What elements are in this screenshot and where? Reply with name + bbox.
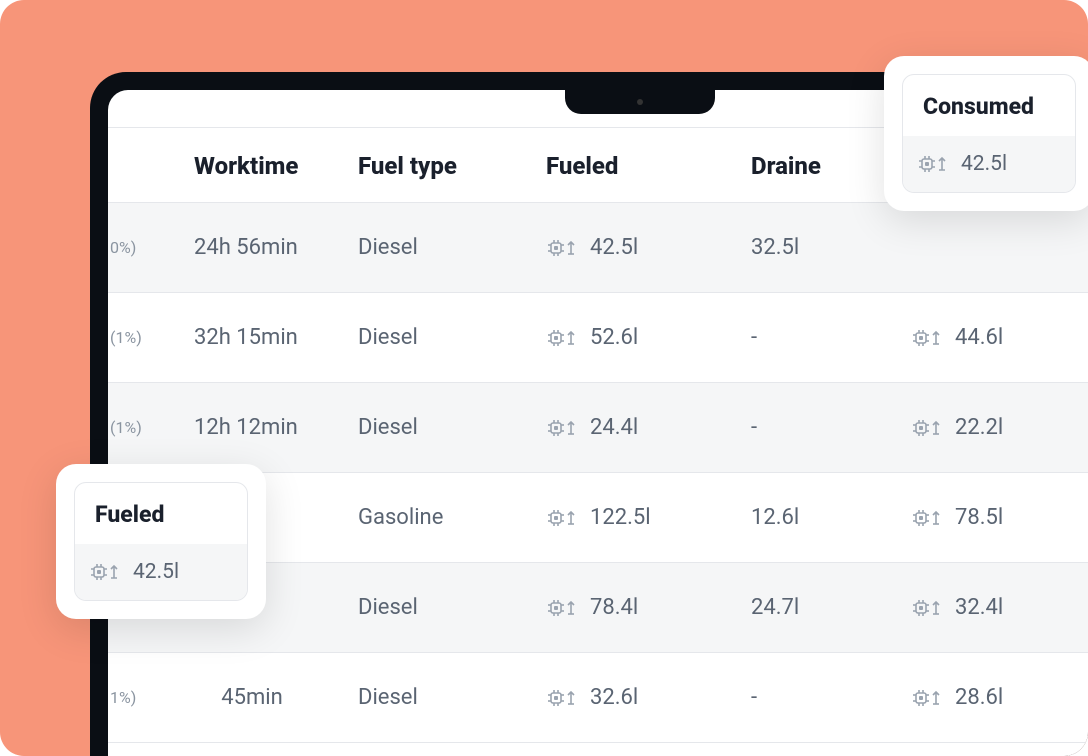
sensor-icon: [546, 326, 580, 350]
cell-worktime: 45min: [158, 685, 348, 710]
sensor-icon: [546, 596, 580, 620]
sensor-icon: [917, 152, 951, 176]
cell-worktime: 24h 56min: [158, 235, 348, 260]
cell-pct: 0%): [108, 238, 158, 257]
sensor-icon: [911, 686, 945, 710]
callout-value-text: 42.5l: [961, 152, 1007, 176]
cell-consumed-value: 78.5l: [955, 505, 1003, 530]
cell-pct: (1%): [108, 328, 158, 347]
callout-label: Fueled: [75, 483, 247, 544]
column-header-fueltype[interactable]: Fuel type: [348, 152, 538, 180]
cell-fueled-value: 122.5l: [590, 505, 651, 530]
table-row[interactable]: 1%) 45minDiesel 32.6l - 28.6l: [108, 653, 1088, 743]
cell-consumed-value: 22.2l: [955, 415, 1003, 440]
callout-inner: Fueled 42.5l: [74, 482, 248, 601]
cell-drained: -: [743, 325, 903, 350]
table-row[interactable]: (1%)12h 12minDiesel 24.4l - 22.2l: [108, 383, 1088, 473]
cell-fueltype: Diesel: [348, 415, 538, 440]
cell-fueled-value: 52.6l: [590, 325, 638, 350]
cell-drained: 32.5l: [743, 235, 903, 260]
sensor-icon: [911, 506, 945, 530]
callout-card-fueled: Fueled 42.5l: [56, 464, 266, 619]
cell-fueltype: Gasoline: [348, 505, 538, 530]
sensor-icon: [546, 236, 580, 260]
cell-drained: -: [743, 685, 903, 710]
cell-worktime: 12h 12min: [158, 415, 348, 440]
cell-fueltype: Diesel: [348, 235, 538, 260]
fuel-table: Worktime Fuel type Fueled Draine 0%)24h …: [108, 128, 1088, 743]
callout-value: 42.5l: [75, 544, 247, 600]
cell-drained: 24.7l: [743, 595, 903, 620]
table-row[interactable]: 0%)24h 56minDiesel 42.5l 32.5l: [108, 203, 1088, 293]
column-header-drained[interactable]: Draine: [743, 152, 903, 180]
cell-drained: -: [743, 415, 903, 440]
cell-fueled: 24.4l: [538, 415, 743, 440]
sensor-icon: [546, 416, 580, 440]
cell-fueled-value: 24.4l: [590, 415, 638, 440]
cell-consumed-value: 32.4l: [955, 595, 1003, 620]
sensor-icon: [911, 416, 945, 440]
cell-fueled: 122.5l: [538, 505, 743, 530]
cell-consumed-value: 28.6l: [955, 685, 1003, 710]
sensor-icon: [911, 326, 945, 350]
cell-fueled: 32.6l: [538, 685, 743, 710]
callout-card-consumed: Consumed 42.5l: [884, 56, 1088, 211]
canvas: Worktime Fuel type Fueled Draine 0%)24h …: [0, 0, 1088, 756]
cell-consumed: 44.6l: [903, 325, 1083, 350]
sensor-icon: [911, 596, 945, 620]
cell-pct: (1%): [108, 418, 158, 437]
tablet-notch: [565, 90, 715, 114]
sensor-icon: [546, 686, 580, 710]
cell-fueled-value: 78.4l: [590, 595, 638, 620]
cell-fueled: 52.6l: [538, 325, 743, 350]
sensor-icon: [546, 506, 580, 530]
column-header-fueled[interactable]: Fueled: [538, 152, 743, 180]
table-row[interactable]: (1%)32h 15minDiesel 52.6l - 44.6l: [108, 293, 1088, 383]
cell-fueltype: Diesel: [348, 325, 538, 350]
sensor-icon: [89, 560, 123, 584]
cell-fueltype: Diesel: [348, 685, 538, 710]
cell-worktime: 32h 15min: [158, 325, 348, 350]
cell-consumed-value: 44.6l: [955, 325, 1003, 350]
cell-consumed: 28.6l: [903, 685, 1083, 710]
cell-fueled: 78.4l: [538, 595, 743, 620]
callout-label: Consumed: [903, 75, 1075, 136]
cell-fueled-value: 32.6l: [590, 685, 638, 710]
column-header-worktime[interactable]: Worktime: [158, 152, 348, 180]
column-header-pct[interactable]: [108, 152, 158, 180]
cell-consumed: 32.4l: [903, 595, 1083, 620]
cell-drained: 12.6l: [743, 505, 903, 530]
cell-fueled: 42.5l: [538, 235, 743, 260]
cell-pct: 1%): [108, 688, 158, 707]
cell-fueled-value: 42.5l: [590, 235, 638, 260]
cell-fueltype: Diesel: [348, 595, 538, 620]
cell-consumed: 22.2l: [903, 415, 1083, 440]
callout-value-text: 42.5l: [133, 560, 179, 584]
callout-inner: Consumed 42.5l: [902, 74, 1076, 193]
callout-value: 42.5l: [903, 136, 1075, 192]
cell-consumed: 78.5l: [903, 505, 1083, 530]
